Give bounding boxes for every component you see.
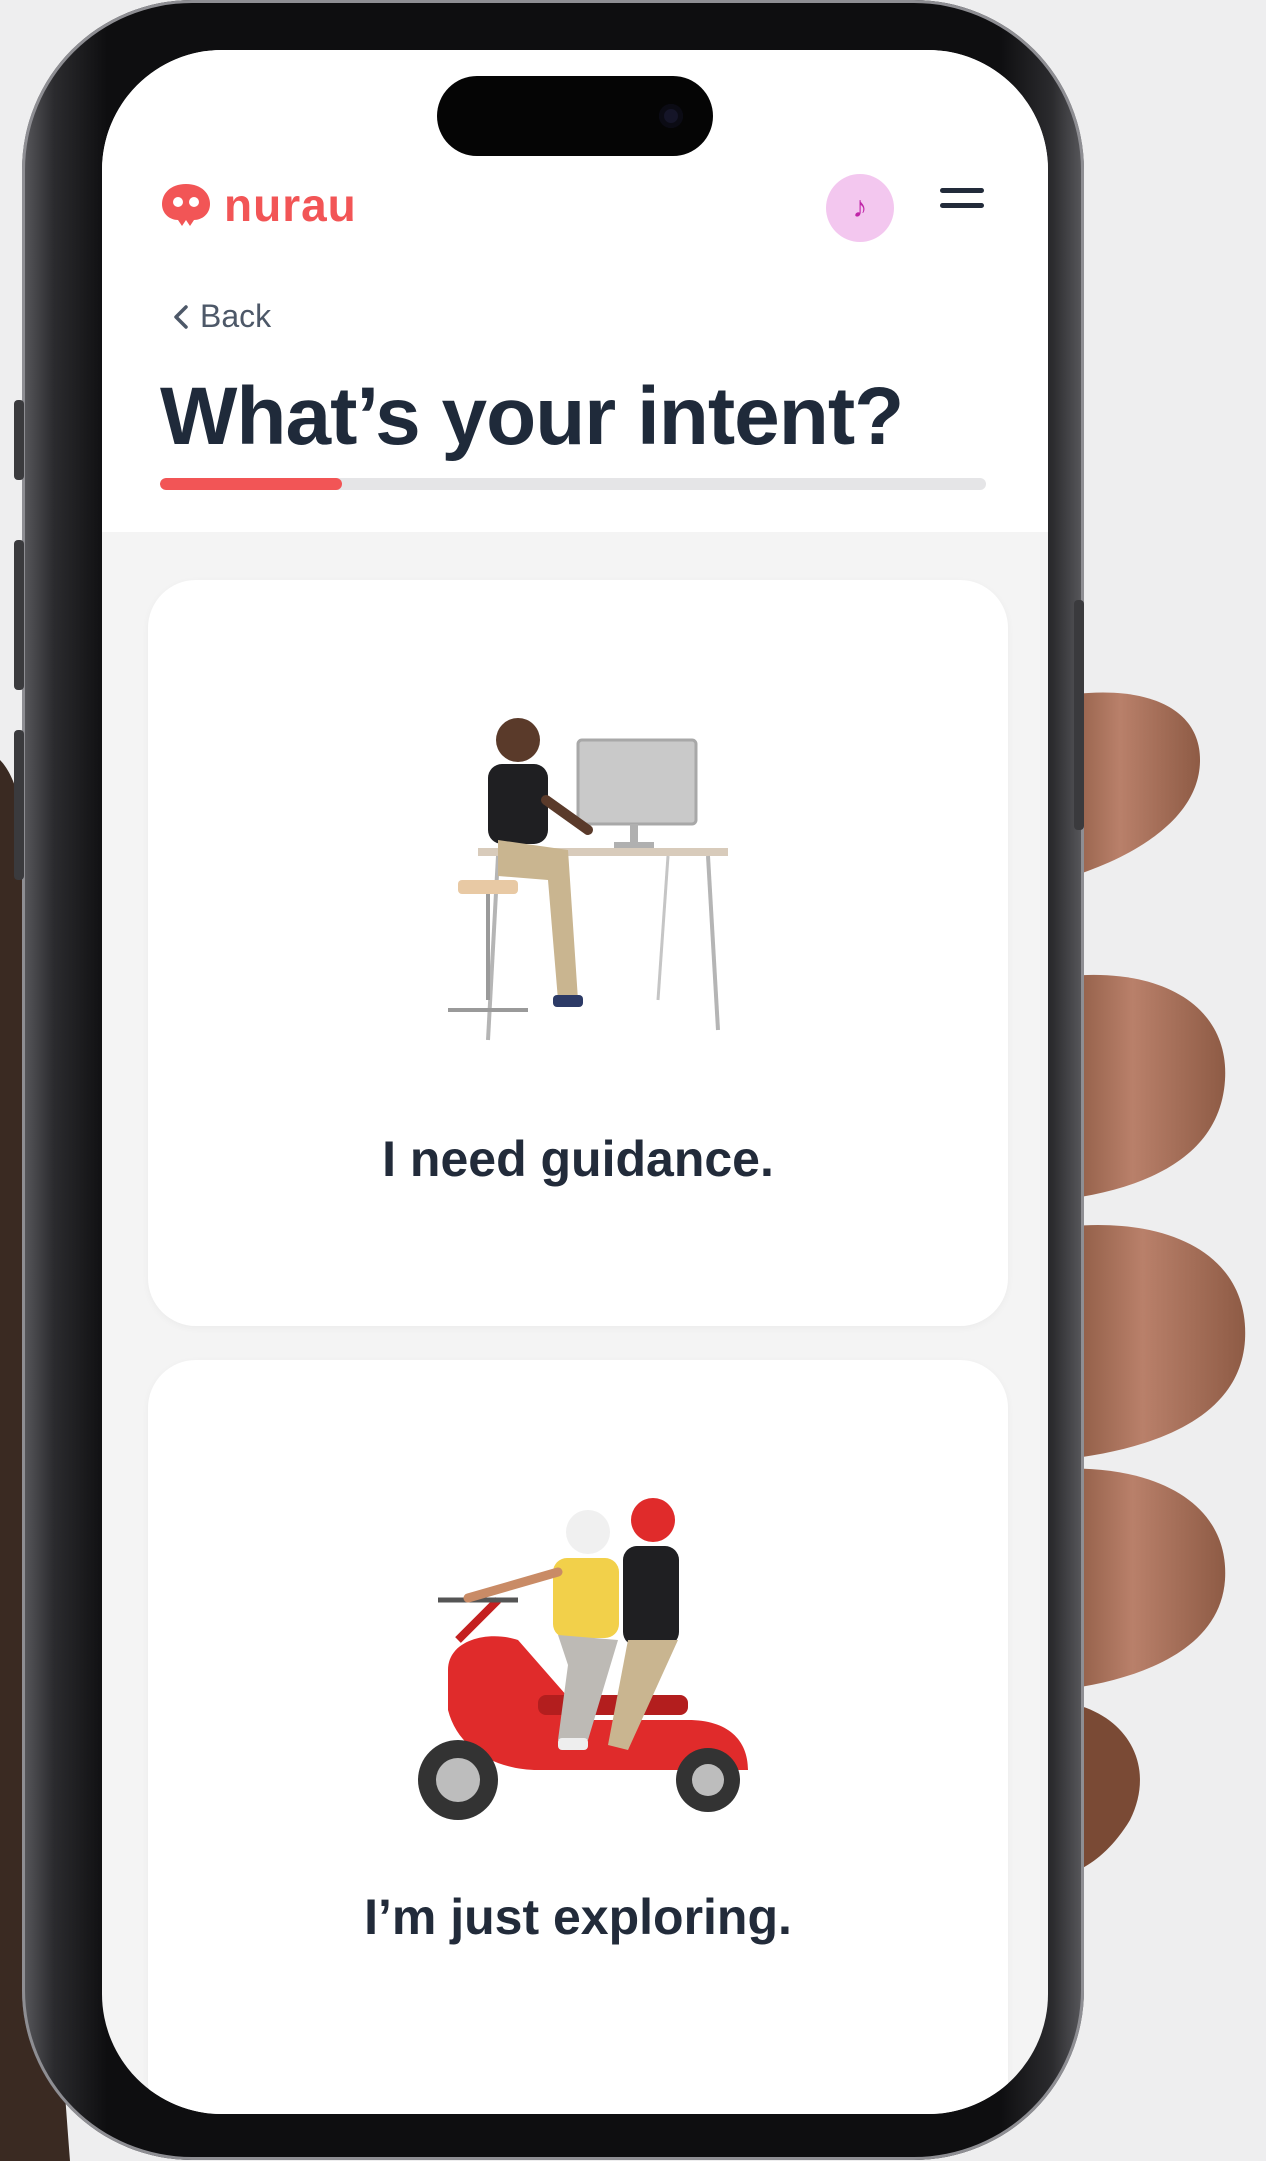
progress-fill: [160, 478, 342, 490]
couple-on-scooter-illustration: [418, 1498, 748, 1820]
volume-down-button: [14, 730, 24, 880]
back-link[interactable]: Back: [172, 298, 271, 335]
dynamic-island: [437, 76, 713, 156]
back-label: Back: [200, 298, 272, 334]
option-label: I’m just exploring.: [364, 1889, 792, 1945]
logo-text: nurau: [224, 179, 357, 231]
progress-bar: [160, 478, 986, 490]
power-button: [1074, 600, 1084, 830]
music-note-icon: ♪: [852, 191, 868, 224]
nurau-logo-icon: [162, 184, 210, 226]
side-button: [14, 400, 24, 480]
option-card-exploring[interactable]: I’m just exploring.: [148, 1360, 1008, 2114]
option-label: I need guidance.: [382, 1131, 774, 1187]
option-card-guidance[interactable]: I need guidance.: [148, 580, 1008, 1326]
nurau-logo[interactable]: nurau: [160, 178, 357, 232]
page-title: What’s your intent?: [160, 371, 904, 462]
avatar[interactable]: ♪: [826, 174, 894, 242]
menu-button[interactable]: [940, 188, 986, 224]
phone-frame: nurau ♪ Back What’s your intent? I need …: [14, 0, 1084, 2160]
hamburger-menu-icon: [940, 188, 984, 193]
person-at-desk-illustration: [448, 718, 728, 1041]
chevron-left-icon: [174, 304, 188, 329]
phone-screen: nurau ♪ Back What’s your intent? I need …: [102, 50, 1048, 2114]
camera-icon: [659, 104, 683, 128]
volume-up-button: [14, 540, 24, 690]
